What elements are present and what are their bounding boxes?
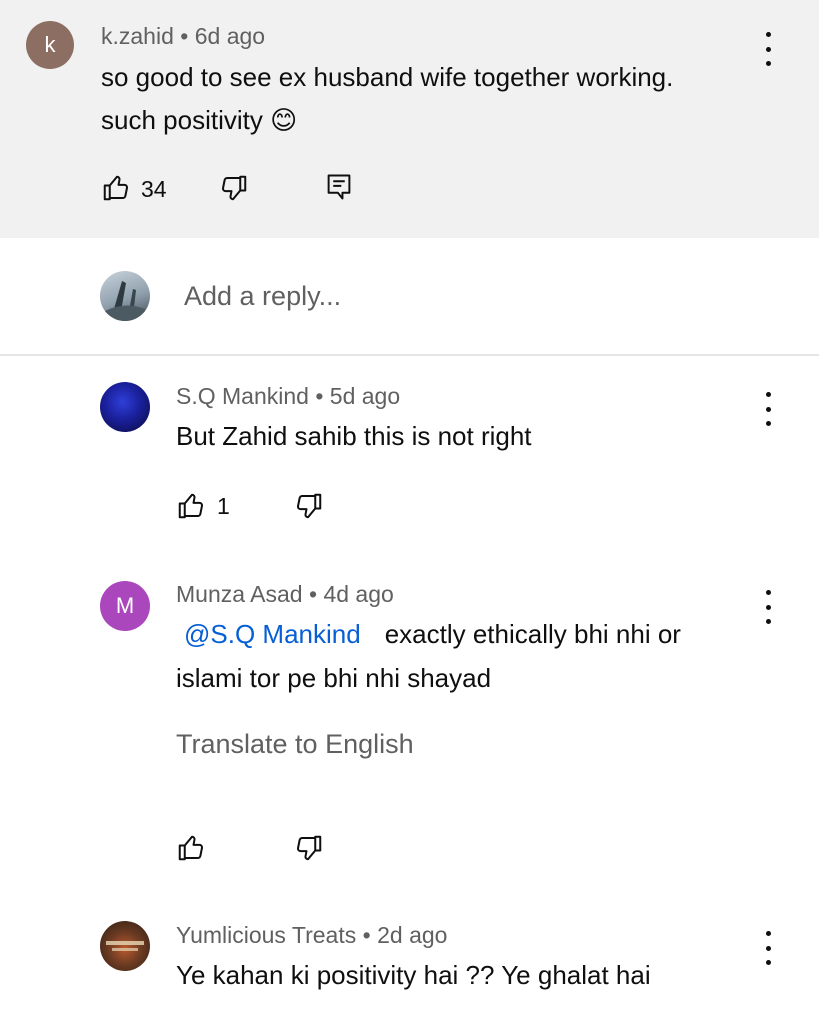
reply-author[interactable]: Yumlicious Treats <box>176 922 356 948</box>
reply-icon[interactable] <box>325 172 353 202</box>
reply-meta: S.Q Mankind • 5d ago <box>176 383 400 410</box>
meta-separator: • <box>315 383 324 409</box>
reply-time: 5d ago <box>329 383 401 409</box>
comment-time: 6d ago <box>194 23 266 49</box>
avatar-image <box>106 941 144 951</box>
highlighted-comment: k k.zahid • 6d ago so good to see ex hus… <box>0 0 819 238</box>
dislike-icon[interactable] <box>294 491 324 521</box>
mention-link[interactable]: @S.Q Mankind <box>184 619 361 649</box>
avatar-munza-asad[interactable]: M <box>100 581 150 631</box>
more-vert-icon[interactable] <box>756 590 780 624</box>
reply-meta: Munza Asad • 4d ago <box>176 581 394 608</box>
reply-author[interactable]: Munza Asad <box>176 581 303 607</box>
smile-emoji: 😊 <box>270 105 298 135</box>
dislike-icon[interactable] <box>294 833 324 863</box>
avatar-k-zahid[interactable]: k <box>26 21 74 69</box>
comment-meta: k.zahid • 6d ago <box>101 23 265 50</box>
more-vert-icon[interactable] <box>756 32 780 66</box>
add-reply-input[interactable]: Add a reply... <box>184 281 341 312</box>
reply-text: But Zahid sahib this is not right <box>176 421 532 451</box>
translate-button[interactable]: Translate to English <box>176 729 414 760</box>
reply-text: Ye kahan ki positivity hai ?? Ye ghalat … <box>176 960 651 990</box>
my-avatar[interactable] <box>100 271 150 321</box>
reply-text: exactly ethically bhi nhi or <box>384 619 681 649</box>
like-count: 34 <box>141 176 167 202</box>
dislike-icon[interactable] <box>219 173 249 203</box>
comment-text: such positivity <box>101 105 263 135</box>
meta-separator: • <box>180 23 189 49</box>
avatar-image <box>105 281 145 321</box>
comment-text-line2: such positivity 😊 <box>101 99 297 142</box>
reply-time: 2d ago <box>377 922 448 948</box>
meta-separator: • <box>362 922 371 948</box>
avatar-letter: k <box>44 32 56 57</box>
avatar-sq-mankind[interactable] <box>100 382 150 432</box>
reply-text-line1: @S.Q Mankind exactly ethically bhi nhi or <box>184 613 681 656</box>
like-icon[interactable] <box>176 833 206 863</box>
like-icon[interactable] <box>176 491 206 521</box>
reply-time: 4d ago <box>323 581 394 607</box>
reply-meta: Yumlicious Treats • 2d ago <box>176 922 447 949</box>
meta-separator: • <box>308 581 318 607</box>
reply-text-line2: islami tor pe bhi nhi shayad <box>176 663 492 693</box>
avatar-yumlicious-treats[interactable] <box>100 921 150 971</box>
avatar-letter: M <box>115 593 135 618</box>
more-vert-icon[interactable] <box>756 931 780 965</box>
divider <box>0 354 819 356</box>
comment-text-line1: so good to see ex husband wife together … <box>101 62 674 92</box>
like-icon[interactable] <box>101 173 131 203</box>
comment-author[interactable]: k.zahid <box>101 23 174 49</box>
more-vert-icon[interactable] <box>756 392 780 426</box>
like-count: 1 <box>217 493 230 519</box>
reply-author[interactable]: S.Q Mankind <box>176 383 309 409</box>
